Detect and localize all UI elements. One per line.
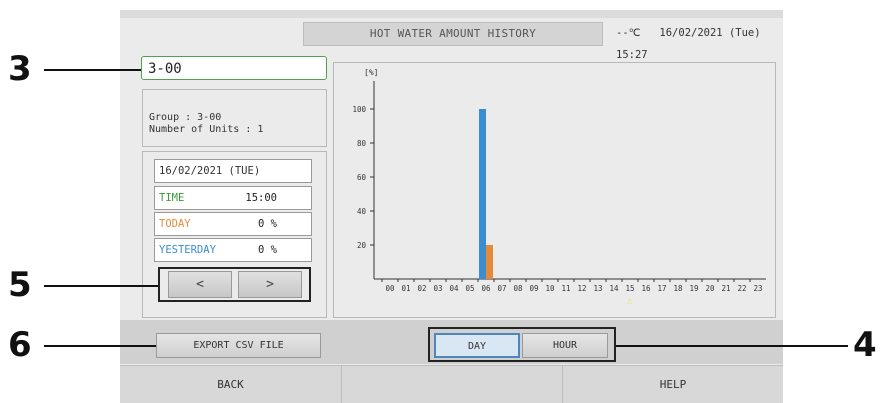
x-tick-label: 10: [545, 284, 555, 293]
hot-water-chart: [%] 20 40 60 80 100 00 01 02 03 04 05 06 07 08 09 10 11 12…: [352, 68, 766, 306]
x-tick-label: 07: [497, 284, 506, 293]
page-title: HOT WATER AMOUNT HISTORY: [303, 22, 603, 46]
x-tick-label: 16: [641, 284, 651, 293]
y-axis-label: [%]: [364, 68, 378, 77]
top-strip: [120, 10, 783, 18]
x-tick-label: 00: [385, 284, 395, 293]
x-tick-label: 17: [657, 284, 666, 293]
footer-blank-button[interactable]: [342, 366, 562, 403]
yesterday-value: 0 %: [258, 244, 277, 256]
x-tick-label: 22: [737, 284, 746, 293]
next-button[interactable]: >: [238, 271, 302, 298]
callout-6-line: [44, 345, 156, 347]
x-tick-label: 20: [705, 284, 715, 293]
group-info-units: Number of Units : 1: [149, 124, 264, 135]
x-tick-label: 21: [721, 284, 730, 293]
prev-button[interactable]: <: [168, 271, 232, 298]
x-tick-label: 09: [529, 284, 538, 293]
x-tick-label: 05: [465, 284, 474, 293]
date-nav-group: < >: [158, 267, 311, 302]
x-tick-label: 01: [401, 284, 410, 293]
footer-bar: BACK HELP: [120, 365, 783, 403]
today-label: TODAY: [159, 218, 191, 230]
time-value: 15:00: [245, 192, 277, 204]
x-tick-label: 19: [689, 284, 698, 293]
y-tick-label: 40: [357, 207, 367, 216]
current-hour-marker: △: [627, 296, 633, 306]
today-row: TODAY 0 %: [154, 212, 312, 236]
y-tick-label: 100: [352, 105, 366, 114]
x-tick-label: 03: [433, 284, 442, 293]
y-tick-label: 20: [357, 241, 367, 250]
back-button[interactable]: BACK: [120, 366, 341, 403]
callout-4: 4: [853, 325, 877, 365]
day-button[interactable]: DAY: [434, 333, 520, 358]
help-button[interactable]: HELP: [563, 366, 783, 403]
x-tick-label: 15: [625, 284, 634, 293]
callout-5: 5: [8, 265, 32, 305]
yesterday-label: YESTERDAY: [159, 244, 216, 256]
y-tick-label: 60: [357, 173, 367, 182]
x-tick-label: 23: [753, 284, 762, 293]
hour-button[interactable]: HOUR: [522, 333, 608, 358]
group-info-group: Group : 3-00: [149, 112, 222, 123]
x-tick-label: 18: [673, 284, 683, 293]
status-readout: --℃ 16/02/2021 (Tue) 15:27: [616, 22, 782, 61]
view-mode-group: DAY HOUR: [428, 327, 616, 362]
temperature-readout: --℃: [616, 27, 641, 39]
callout-4-line: [616, 345, 848, 347]
bar-series-1: [479, 109, 486, 279]
y-tick-label: 80: [357, 139, 367, 148]
callout-3: 3: [8, 49, 32, 89]
group-selector[interactable]: 3-00: [141, 56, 327, 80]
chart-panel: [%] 20 40 60 80 100 00 01 02 03 04 05 06 07 08 09 10 11 12…: [333, 62, 776, 318]
x-tick-label: 02: [417, 284, 426, 293]
group-info-panel: Group : 3-00 Number of Units : 1: [142, 89, 327, 147]
x-tick-label: 11: [561, 284, 570, 293]
time-row: TIME 15:00: [154, 186, 312, 210]
x-tick-label: 08: [513, 284, 523, 293]
today-value: 0 %: [258, 218, 277, 230]
x-tick-label: 06: [481, 284, 491, 293]
x-tick-label: 04: [449, 284, 459, 293]
callout-3-line: [44, 69, 141, 71]
export-csv-button[interactable]: EXPORT CSV FILE: [156, 333, 321, 358]
date-value: 16/02/2021 (TUE): [159, 165, 261, 177]
x-tick-label: 14: [609, 284, 619, 293]
x-tick-label: 13: [593, 284, 602, 293]
x-tick-label: 12: [577, 284, 586, 293]
time-label: TIME: [159, 192, 185, 204]
bar-series-2: [486, 245, 493, 279]
date-field: 16/02/2021 (TUE): [154, 159, 312, 183]
callout-5-line: [44, 285, 158, 287]
callout-6: 6: [8, 325, 32, 365]
yesterday-row: YESTERDAY 0 %: [154, 238, 312, 262]
